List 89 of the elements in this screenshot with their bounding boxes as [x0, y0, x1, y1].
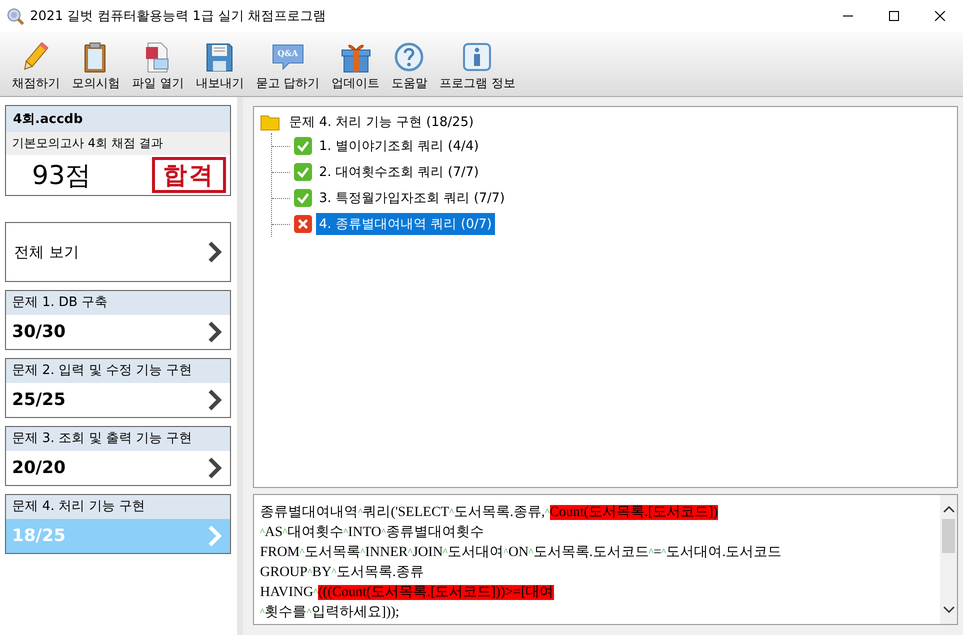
question-card[interactable]: 문제 2. 입력 및 수정 기능 구현 25/25 [5, 358, 231, 418]
space-mark: ^ [408, 547, 413, 558]
tree-item[interactable]: 4. 종류별대여내역 쿼리 (0/7) [316, 213, 495, 235]
bubble-text: Q&A [276, 48, 299, 58]
pass-stamp: 합격 [152, 157, 226, 193]
toolbar-button[interactable]: 채점하기 [6, 41, 66, 92]
space-mark: ^ [307, 567, 312, 578]
space-mark: ^ [648, 547, 654, 558]
question-card[interactable]: 문제 4. 처리 기능 구현 18/25 [5, 494, 231, 554]
space-mark: ^ [360, 547, 366, 558]
score-text: 93점 [32, 160, 92, 192]
code-text: FROM [260, 545, 300, 560]
question-score: 20/20 [12, 458, 66, 478]
code-text: 도서목록 [304, 545, 360, 560]
space-mark: ^ [260, 607, 265, 618]
toolbar-button[interactable]: 파일 열기 [126, 41, 190, 92]
space-mark: ^ [381, 527, 386, 538]
space-mark: ^ [449, 507, 454, 518]
code-text: 종류별대여횟수 [386, 525, 484, 540]
code-text: GROUP [260, 565, 308, 580]
close-icon [935, 11, 945, 21]
code-text: HAVING [260, 585, 314, 600]
toolbar-button[interactable]: 업데이트 [326, 41, 386, 92]
space-mark: ^ [306, 607, 312, 618]
code-text: 도서대여.도서코드 [666, 545, 782, 560]
toolbar-button[interactable]: 도움말 [386, 41, 434, 92]
code-text: = [653, 545, 662, 560]
scroll-down-icon [942, 606, 954, 614]
toolbar-button[interactable]: 프로그램 정보 [434, 41, 522, 92]
code-text: 입력하세요])); [311, 605, 400, 620]
tree-item[interactable]: 1. 별이야기조회 쿼리 (4/4) [316, 135, 482, 157]
space-mark: ^ [313, 587, 318, 598]
window-title: 2021 길벗 컴퓨터활용능력 1급 실기 채점프로그램 [30, 8, 328, 25]
space-mark: ^ [442, 547, 448, 558]
code-text: 횟수를 [264, 605, 307, 620]
chevron-right-icon [208, 525, 222, 547]
code-text: 종류별대여내역 [260, 505, 358, 520]
code-text: JOIN [412, 545, 443, 560]
error-highlight: Count(도서목록.[도서코드]) [550, 505, 718, 520]
tree-node[interactable]: 문제 4. 처리 기능 구현 (18/25) [286, 111, 477, 133]
question-card[interactable]: 문제 1. DB 구축 30/30 [5, 290, 231, 350]
toolbar-button[interactable]: 내보내기 [190, 41, 250, 92]
space-mark: ^ [661, 547, 666, 558]
space-mark: ^ [282, 527, 288, 538]
space-mark: ^ [504, 547, 508, 558]
tree-item[interactable]: 2. 대여횟수조회 쿼리 (7/7) [316, 161, 482, 183]
code-text: 도서목록.도서코드 [533, 545, 649, 560]
code-text: 도서목록.종류, [454, 505, 545, 520]
scrollbar-thumb[interactable] [942, 519, 955, 553]
question-card[interactable]: 문제 3. 조회 및 출력 기능 구현 20/20 [5, 426, 231, 486]
code-text: INNER [365, 545, 408, 560]
code-text: AS [264, 525, 283, 540]
result-subtitle: 기본모의고사 4회 채점 결과 [6, 132, 230, 155]
space-mark: ^ [343, 527, 348, 538]
code-text: BY [312, 565, 332, 580]
file-name: 4회.accdb [6, 106, 230, 132]
question-title: 문제 3. 조회 및 출력 기능 구현 [6, 427, 230, 451]
space-mark: ^ [544, 507, 550, 518]
overview-label: 전체 보기 [14, 242, 79, 262]
overview-button[interactable]: 전체 보기 [5, 222, 231, 282]
space-mark: ^ [332, 567, 336, 578]
chevron-right-icon [208, 241, 222, 263]
space-mark: ^ [260, 527, 265, 538]
question-title: 문제 4. 처리 기능 구현 [6, 495, 230, 519]
folder-icon [260, 113, 280, 131]
magnifier-icon [6, 7, 24, 25]
code-text: 도서목록.종류 [336, 565, 424, 580]
chevron-right-icon [208, 389, 222, 411]
toolbar-button[interactable]: Q&A 묻고 답하기 [250, 41, 326, 92]
code-text: 도서대여 [448, 545, 504, 560]
error-highlight: (((Count(도서목록.[도서코드]))>=[대여 [318, 585, 554, 600]
space-mark: ^ [528, 547, 534, 558]
chevron-right-icon [208, 457, 222, 479]
code-text: ON [508, 545, 529, 560]
scroll-up-icon [942, 505, 954, 513]
question-title: 문제 2. 입력 및 수정 기능 구현 [6, 359, 230, 383]
code-text: 쿼리('SELECT [362, 505, 450, 520]
maximize-icon [889, 11, 899, 21]
question-title: 문제 1. DB 구축 [6, 291, 230, 315]
toolbar-button[interactable]: 모의시험 [66, 41, 126, 92]
question-score: 30/30 [12, 322, 66, 342]
question-score: 25/25 [12, 390, 66, 410]
code-text: INTO [348, 525, 382, 540]
tree-item[interactable]: 3. 특정월가입자조회 쿼리 (7/7) [316, 187, 508, 209]
space-mark: ^ [358, 507, 363, 518]
chevron-right-icon [208, 321, 222, 343]
code-text: 대여횟수 [287, 525, 344, 540]
question-score: 18/25 [12, 526, 66, 546]
space-mark: ^ [300, 547, 304, 558]
